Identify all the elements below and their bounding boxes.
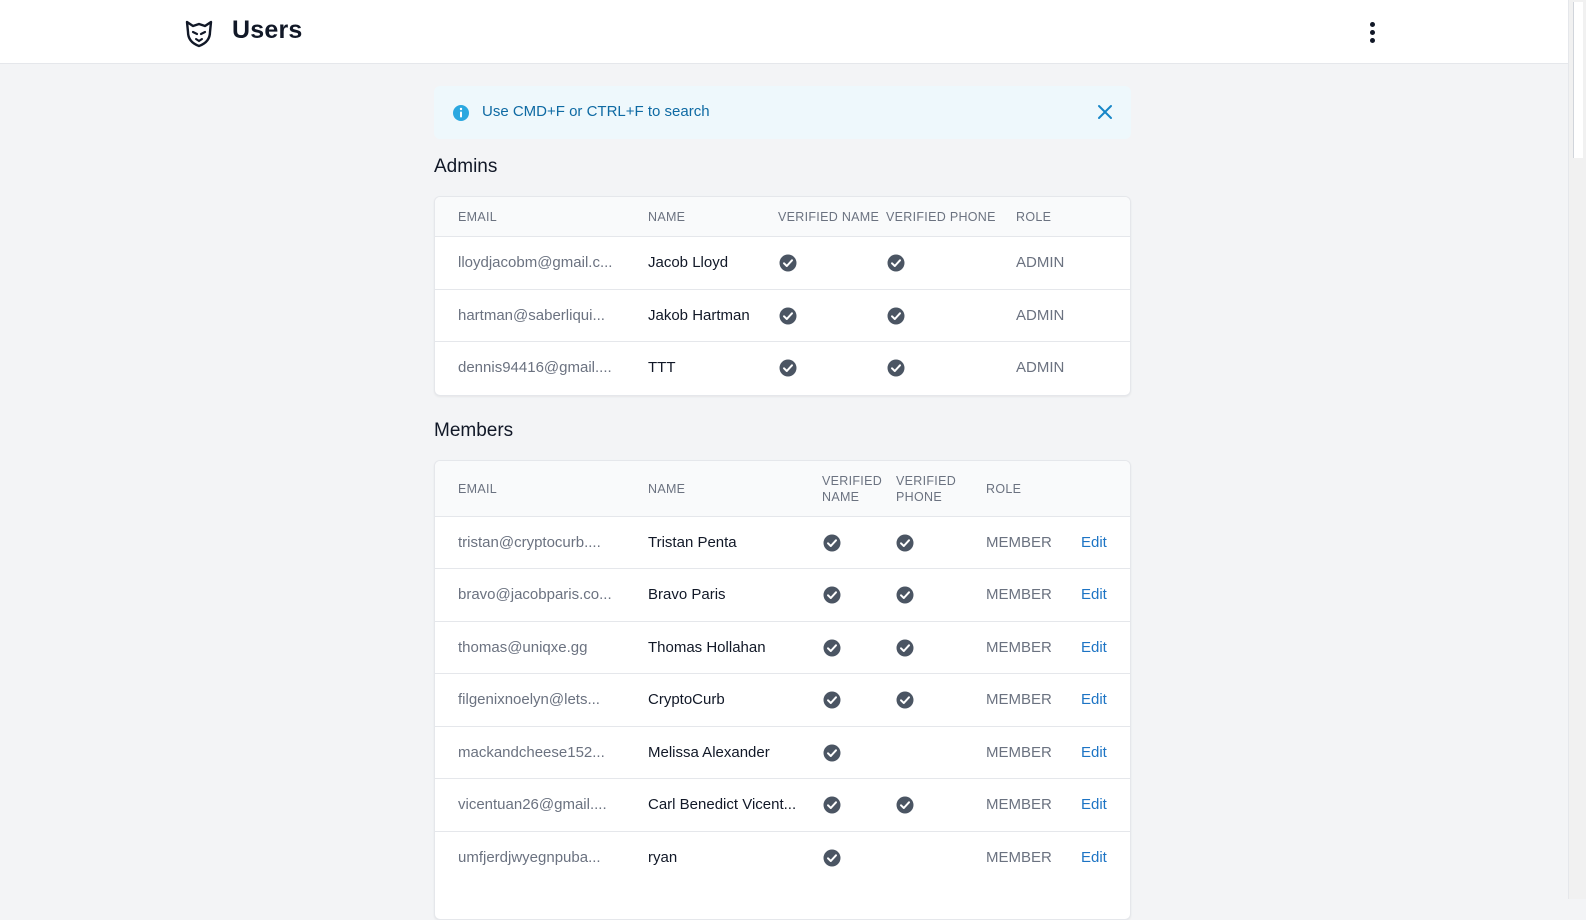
check-circle-icon bbox=[887, 307, 905, 324]
name-cell: TTT bbox=[648, 359, 676, 376]
column-header-verified-name-line1: VERIFIED bbox=[822, 473, 883, 488]
check-circle-icon bbox=[823, 639, 841, 656]
search-hint-alert: Use CMD+F or CTRL+F to search bbox=[434, 86, 1131, 139]
table-row: vicentuan26@gmail.... Carl Benedict Vicen… bbox=[435, 779, 1130, 832]
kebab-menu-icon[interactable] bbox=[1360, 18, 1384, 46]
column-header-role: ROLE bbox=[986, 481, 1022, 496]
name-cell: Jacob Lloyd bbox=[648, 254, 729, 271]
table-row: tristan@cryptocurb.... Tristan Penta MEMBE… bbox=[435, 517, 1130, 569]
name-cell: Carl Benedict Vicent... bbox=[648, 796, 797, 813]
role-cell: MEMBER bbox=[986, 638, 1052, 656]
table-row: lloydjacobm@gmail.c... Jacob Lloyd ADMIN bbox=[435, 237, 1130, 290]
column-header-name: NAME bbox=[648, 210, 686, 224]
check-circle-icon bbox=[823, 534, 841, 551]
members-table: EMAIL NAME VERIFIED NAME VERIFIED PHONE … bbox=[434, 459, 1131, 920]
email-cell: umfjerdjwyegnpuba... bbox=[458, 848, 601, 866]
check-circle-icon bbox=[779, 254, 797, 272]
name-cell: Jakob Hartman bbox=[648, 306, 750, 324]
admins-table-body: lloydjacobm@gmail.c... Jacob Lloyd ADMIN ha… bbox=[435, 237, 1130, 395]
role-cell: MEMBER bbox=[986, 586, 1052, 603]
column-header-name: NAME bbox=[648, 481, 686, 496]
check-circle-icon bbox=[896, 639, 914, 656]
name-cell: ryan bbox=[648, 848, 678, 866]
members-section-title: Members bbox=[434, 419, 514, 441]
check-circle-icon bbox=[896, 796, 914, 814]
role-cell: MEMBER bbox=[986, 691, 1052, 708]
name-cell: Melissa Alexander bbox=[648, 743, 770, 761]
name-cell: Tristan Penta bbox=[648, 533, 737, 551]
role-cell: ADMIN bbox=[1016, 359, 1065, 376]
role-cell: MEMBER bbox=[986, 533, 1052, 551]
check-circle-icon bbox=[823, 586, 841, 604]
column-header-verified-name: VERIFIED NAME bbox=[778, 210, 880, 224]
column-header-role: ROLE bbox=[1016, 210, 1052, 224]
column-header-verified-phone: VERIFIED PHONE bbox=[886, 210, 996, 224]
check-circle-icon bbox=[896, 691, 914, 709]
role-cell: MEMBER bbox=[986, 743, 1052, 761]
admins-section-title: Admins bbox=[434, 156, 498, 177]
members-table-header: EMAIL NAME VERIFIED NAME VERIFIED PHONE … bbox=[435, 460, 1130, 517]
check-circle-icon bbox=[779, 359, 797, 377]
edit-member-link[interactable]: Edit bbox=[1081, 639, 1107, 657]
table-row: mackandcheese152... Melissa Alexander MEMB… bbox=[435, 727, 1130, 779]
email-cell: dennis94416@gmail.... bbox=[458, 359, 612, 376]
column-header-verified-phone-line1: VERIFIED bbox=[896, 473, 957, 488]
role-cell: ADMIN bbox=[1016, 306, 1065, 324]
check-circle-icon bbox=[823, 849, 841, 866]
check-circle-icon bbox=[887, 359, 905, 377]
check-circle-icon bbox=[823, 796, 841, 814]
edit-member-link[interactable]: Edit bbox=[1081, 796, 1107, 814]
column-header-verified-name-line2: NAME bbox=[822, 489, 860, 504]
table-row: thomas@uniqxe.gg Thomas Hollahan MEMBER Edi… bbox=[435, 622, 1130, 674]
column-header-verified-name: VERIFIED NAME bbox=[822, 473, 882, 505]
email-cell: tristan@cryptocurb.... bbox=[458, 533, 601, 551]
column-header-verified-phone: VERIFIED PHONE bbox=[896, 473, 956, 505]
email-cell: vicentuan26@gmail.... bbox=[458, 796, 607, 813]
info-icon bbox=[453, 105, 469, 121]
check-circle-icon bbox=[823, 691, 841, 709]
name-cell: Bravo Paris bbox=[648, 586, 726, 603]
name-cell: CryptoCurb bbox=[648, 691, 725, 708]
top-bar: Users bbox=[0, 0, 1568, 64]
tiger-logo-icon bbox=[185, 20, 213, 48]
edit-member-link[interactable]: Edit bbox=[1081, 744, 1107, 762]
role-cell: ADMIN bbox=[1016, 254, 1065, 271]
email-cell: hartman@saberliqui... bbox=[458, 306, 605, 324]
table-row: dennis94416@gmail.... TTT ADMIN bbox=[435, 342, 1130, 395]
email-cell: bravo@jacobparis.co... bbox=[458, 586, 612, 603]
table-row: umfjerdjwyegnpuba... ryan MEMBER Edit bbox=[435, 832, 1130, 885]
check-circle-icon bbox=[896, 534, 914, 551]
edit-member-link[interactable]: Edit bbox=[1081, 586, 1107, 604]
email-cell: lloydjacobm@gmail.c... bbox=[458, 254, 613, 271]
edit-member-link[interactable]: Edit bbox=[1081, 849, 1107, 867]
table-row: bravo@jacobparis.co... Bravo Paris MEMBER E… bbox=[435, 569, 1130, 622]
main-content: Use CMD+F or CTRL+F to search Admins EMA… bbox=[434, 86, 1131, 920]
role-cell: MEMBER bbox=[986, 848, 1052, 866]
scrollbar[interactable] bbox=[1568, 0, 1586, 899]
column-header-verified-phone-line2: PHONE bbox=[896, 489, 942, 504]
close-icon[interactable] bbox=[1096, 103, 1114, 121]
email-cell: thomas@uniqxe.gg bbox=[458, 638, 588, 656]
check-circle-icon bbox=[823, 744, 841, 761]
members-table-body: tristan@cryptocurb.... Tristan Penta MEMBE… bbox=[435, 517, 1130, 885]
role-cell: MEMBER bbox=[986, 796, 1052, 813]
admins-table-header: EMAIL NAME VERIFIED NAME VERIFIED PHONE … bbox=[435, 197, 1130, 237]
table-row: filgenixnoelyn@lets... CryptoCurb MEMBER Ed… bbox=[435, 674, 1130, 727]
email-cell: mackandcheese152... bbox=[458, 743, 605, 761]
page-title: Users bbox=[232, 16, 303, 44]
name-cell: Thomas Hollahan bbox=[648, 638, 766, 656]
table-row: hartman@saberliqui... Jakob Hartman ADMIN bbox=[435, 290, 1130, 342]
scrollbar-thumb[interactable] bbox=[1573, 2, 1583, 158]
edit-member-link[interactable]: Edit bbox=[1081, 691, 1107, 709]
column-header-email: EMAIL bbox=[458, 210, 498, 224]
admins-table: EMAIL NAME VERIFIED NAME VERIFIED PHONE … bbox=[434, 196, 1131, 396]
check-circle-icon bbox=[887, 254, 905, 272]
alert-text: Use CMD+F or CTRL+F to search bbox=[482, 103, 710, 120]
edit-member-link[interactable]: Edit bbox=[1081, 534, 1107, 552]
email-cell: filgenixnoelyn@lets... bbox=[458, 691, 600, 708]
check-circle-icon bbox=[779, 307, 797, 324]
column-header-email: EMAIL bbox=[458, 481, 498, 496]
check-circle-icon bbox=[896, 586, 914, 604]
